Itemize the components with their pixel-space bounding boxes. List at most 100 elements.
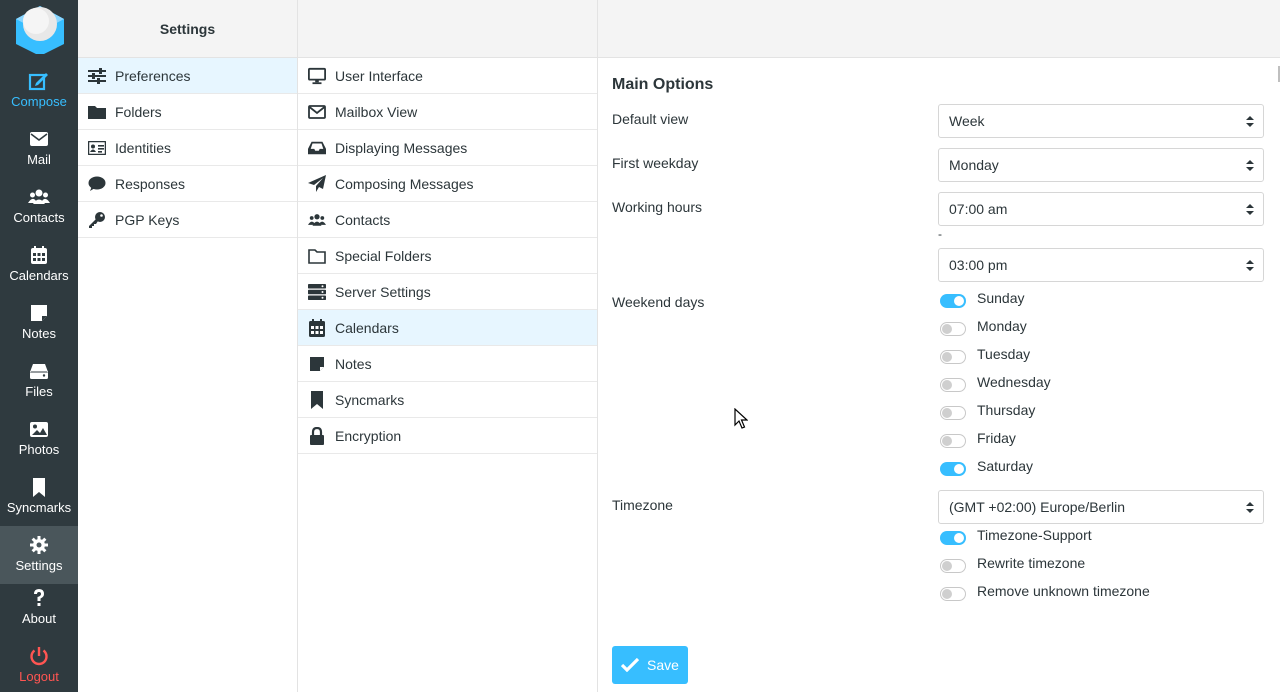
pref-label: Notes [335, 355, 372, 372]
pref-label: Mailbox View [335, 103, 418, 120]
server-icon [308, 283, 326, 301]
toggle-label: Thursday [977, 402, 1036, 418]
toggle-rewrite-timezone[interactable]: Rewrite timezone [940, 552, 1085, 574]
weekend-toggle-friday[interactable]: Friday [940, 427, 1016, 449]
nav-compose[interactable]: Compose [0, 62, 78, 120]
pref-encryption[interactable]: Encryption [298, 418, 597, 454]
toggle-switch[interactable] [940, 322, 966, 336]
nav-calendars[interactable]: Calendars [0, 236, 78, 294]
pref-displaying-messages[interactable]: Displaying Messages [298, 130, 597, 166]
pref-calendars[interactable]: Calendars [298, 310, 597, 346]
working-hours-separator: - [938, 227, 942, 241]
pref-label: Composing Messages [335, 175, 474, 192]
weekend-toggle-saturday[interactable]: Saturday [940, 455, 1033, 477]
pref-special-folders[interactable]: Special Folders [298, 238, 597, 274]
pref-label: Contacts [335, 211, 391, 228]
settings-header: Settings [78, 0, 297, 58]
preferences-list-panel: User Interface Mailbox View Displaying M… [298, 0, 598, 692]
section-identities[interactable]: Identities [78, 130, 297, 166]
pref-mailbox-view[interactable]: Mailbox View [298, 94, 597, 130]
nav-label: Calendars [9, 268, 69, 283]
toggle-switch[interactable] [940, 378, 966, 392]
nav-photos[interactable]: Photos [0, 410, 78, 468]
timezone-label: Timezone [612, 497, 673, 513]
weekend-toggle-monday[interactable]: Monday [940, 315, 1027, 337]
checkmark-icon [621, 658, 640, 672]
drive-icon [28, 360, 50, 382]
pref-composing-messages[interactable]: Composing Messages [298, 166, 597, 202]
select-caret-icon [1246, 502, 1254, 513]
toggle-switch[interactable] [940, 531, 966, 545]
nav-syncmarks[interactable]: Syncmarks [0, 468, 78, 526]
nav-label: Settings [15, 558, 63, 573]
toggle-label: Wednesday [977, 374, 1051, 390]
nav-about[interactable]: About [0, 579, 78, 637]
note-icon [28, 302, 50, 324]
weekend-toggle-tuesday[interactable]: Tuesday [940, 343, 1030, 365]
pref-user-interface[interactable]: User Interface [298, 58, 597, 94]
save-button[interactable]: Save [612, 646, 688, 684]
calendar-icon [28, 244, 50, 266]
pref-syncmarks[interactable]: Syncmarks [298, 382, 597, 418]
nav-label: About [22, 611, 56, 626]
toggle-remove-unknown-timezone[interactable]: Remove unknown timezone [940, 580, 1150, 602]
toggle-label: Remove unknown timezone [977, 583, 1150, 599]
section-label: Preferences [115, 67, 191, 84]
logo [14, 4, 66, 56]
section-preferences[interactable]: Preferences [78, 58, 297, 94]
toggle-label: Timezone-Support [977, 527, 1092, 543]
section-responses[interactable]: Responses [78, 166, 297, 202]
lock-icon [308, 426, 326, 445]
mouse-cursor-icon [734, 408, 748, 429]
working-hours-end-select[interactable]: 03:00 pm [938, 248, 1264, 282]
pref-contacts[interactable]: Contacts [298, 202, 597, 238]
toggle-switch[interactable] [940, 434, 966, 448]
nav-settings[interactable]: Settings [0, 526, 78, 584]
users-icon [308, 211, 326, 229]
nav-files[interactable]: Files [0, 352, 78, 410]
toggle-switch[interactable] [940, 406, 966, 420]
toggle-switch[interactable] [940, 350, 966, 364]
paper-plane-icon [308, 174, 326, 193]
nav-mail[interactable]: Mail [0, 120, 78, 178]
weekend-toggle-thursday[interactable]: Thursday [940, 399, 1035, 421]
toggle-switch[interactable] [940, 587, 966, 601]
toggle-label: Monday [977, 318, 1027, 334]
save-label: Save [647, 657, 679, 673]
timezone-value: (GMT +02:00) Europe/Berlin [949, 499, 1125, 515]
toggle-switch[interactable] [940, 294, 966, 308]
nav-label: Contacts [13, 210, 65, 225]
bookmark-icon [28, 476, 50, 498]
nav-logout[interactable]: Logout [0, 637, 78, 692]
pref-notes[interactable]: Notes [298, 346, 597, 382]
default-view-select[interactable]: Week [938, 104, 1264, 138]
nav-notes[interactable]: Notes [0, 294, 78, 352]
nav-contacts[interactable]: Contacts [0, 178, 78, 236]
pref-label: Encryption [335, 427, 402, 444]
section-folders[interactable]: Folders [78, 94, 297, 130]
select-caret-icon [1246, 204, 1254, 215]
working-hours-start-select[interactable]: 07:00 am [938, 192, 1264, 226]
section-pgp-keys[interactable]: PGP Keys [78, 202, 297, 238]
pref-label: Syncmarks [335, 391, 405, 408]
weekend-toggle-wednesday[interactable]: Wednesday [940, 371, 1051, 393]
section-title: Main Options [612, 76, 714, 93]
compose-icon [28, 70, 50, 92]
content-header [598, 0, 1280, 58]
section-label: Responses [115, 175, 186, 192]
toggle-timezone-support[interactable]: Timezone-Support [940, 524, 1092, 546]
weekend-toggle-sunday[interactable]: Sunday [940, 287, 1024, 309]
working-hours-label: Working hours [612, 199, 703, 215]
comment-icon [88, 175, 106, 193]
nav-label: Syncmarks [6, 500, 72, 515]
toggle-switch[interactable] [940, 559, 966, 573]
folder-outline-icon [308, 247, 326, 265]
timezone-select[interactable]: (GMT +02:00) Europe/Berlin [938, 490, 1264, 524]
toggle-switch[interactable] [940, 462, 966, 476]
nav-label: Notes [22, 326, 56, 341]
nav-label: Files [25, 384, 53, 399]
first-weekday-select[interactable]: Monday [938, 148, 1264, 182]
working-hours-end-value: 03:00 pm [949, 257, 1008, 273]
monitor-icon [308, 67, 326, 85]
pref-server-settings[interactable]: Server Settings [298, 274, 597, 310]
